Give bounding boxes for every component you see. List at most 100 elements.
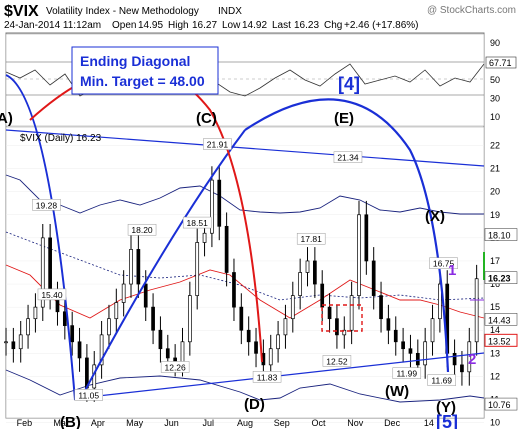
candle-body xyxy=(298,272,303,296)
last-value: 16.23 xyxy=(294,20,319,31)
candle-body xyxy=(107,318,111,336)
x-axis-label: Sep xyxy=(274,418,290,428)
candle-body xyxy=(357,214,361,296)
price-annotation: 21.91 xyxy=(207,140,229,150)
wave-label-5: [5] xyxy=(436,412,458,429)
candle-body xyxy=(129,249,133,285)
candle-body xyxy=(180,341,185,363)
price-tick-label: 17 xyxy=(490,256,500,266)
candle-body xyxy=(276,334,280,350)
open-value: 14.95 xyxy=(138,20,163,31)
right-axis-label: 18.10 xyxy=(488,231,511,241)
candle-body xyxy=(327,306,332,320)
wave-label-w: (W) xyxy=(385,383,409,400)
price-annotation: 17.81 xyxy=(301,234,323,244)
price-tick-label: 20 xyxy=(490,187,500,197)
candle-body xyxy=(202,232,207,243)
price-annotation: 11.05 xyxy=(78,390,99,400)
x-axis-label: Jul xyxy=(202,418,214,428)
price-annotation: 12.52 xyxy=(326,356,348,366)
candle-body xyxy=(283,318,288,336)
annotation-line1: Ending Diagonal xyxy=(80,53,190,69)
wave-label-b: (B) xyxy=(60,414,81,429)
price-annotation: 12.26 xyxy=(164,362,186,372)
date-label: 24-Jan-2014 11:12am xyxy=(4,20,101,31)
candle-body xyxy=(114,302,119,320)
candle-body xyxy=(26,318,30,336)
last-label: Last xyxy=(272,20,291,31)
right-axis-label: 16.23 xyxy=(488,274,511,284)
price-annotation: 19.28 xyxy=(36,200,58,210)
candle-body xyxy=(232,272,236,308)
x-axis-label: Oct xyxy=(312,418,327,428)
index-name: Volatility Index - New Methodology xyxy=(46,6,199,17)
rsi-tick-label: 10 xyxy=(490,112,500,122)
price-annotation: 11.99 xyxy=(396,369,417,379)
wave-label-4: [4] xyxy=(338,74,360,94)
candle-body xyxy=(195,242,200,296)
symbol-title: $VIX xyxy=(4,3,39,20)
wave-label-e: (E) xyxy=(334,110,354,127)
high-value: 16.27 xyxy=(192,20,217,31)
price-legend: $VIX (Daily) 16.23 xyxy=(20,133,102,144)
candle-body xyxy=(224,225,229,273)
candle-body xyxy=(11,341,16,350)
wave-label-2: 2 xyxy=(468,351,476,368)
candle-body xyxy=(246,329,251,343)
price-annotation: 15.40 xyxy=(41,290,63,300)
x-axis-label: May xyxy=(126,418,144,428)
candle-body xyxy=(290,295,295,320)
candle-body xyxy=(4,341,8,344)
candle-body xyxy=(33,306,38,320)
low-value: 14.92 xyxy=(242,20,267,31)
x-axis-label: Nov xyxy=(347,418,364,428)
right-axis-label: 14.43 xyxy=(488,315,511,325)
right-axis-label: 13.52 xyxy=(488,336,511,346)
candle-body xyxy=(401,341,405,350)
annotation-line2: Min. Target = 48.00 xyxy=(80,73,205,89)
candle-body xyxy=(143,283,148,308)
price-tick-label: 10 xyxy=(490,418,500,428)
candle-body xyxy=(18,334,23,350)
rsi-tick-label: 30 xyxy=(490,93,500,103)
price-tick-label: 14 xyxy=(490,325,500,335)
price-annotation: 21.34 xyxy=(337,153,359,163)
candle-body xyxy=(386,318,391,331)
candle-body xyxy=(165,348,170,359)
wave-label-1: 1 xyxy=(448,262,456,279)
candle-body xyxy=(423,341,428,366)
vix-chart: $VIX Volatility Index - New Methodology … xyxy=(0,0,520,429)
candle-body xyxy=(371,260,376,296)
x-axis-label: Apr xyxy=(91,418,105,428)
candle-body xyxy=(305,260,310,273)
candle-body xyxy=(313,260,317,285)
watermark: @ StockCharts.com xyxy=(427,5,516,16)
x-axis-label: Feb xyxy=(17,418,33,428)
rsi-value: 67.71 xyxy=(489,58,512,68)
candle-body xyxy=(408,348,413,354)
high-label: High xyxy=(168,20,189,31)
candle-body xyxy=(62,311,67,326)
candle-body xyxy=(70,325,75,343)
low-label: Low xyxy=(222,20,241,31)
chg-label: Chg xyxy=(324,20,342,31)
price-annotation: 18.20 xyxy=(131,225,153,235)
x-axis-label: Dec xyxy=(384,418,401,428)
price-annotation: 11.83 xyxy=(257,372,278,382)
candle-body xyxy=(187,295,192,343)
price-tick-label: 19 xyxy=(490,210,500,220)
exchange-label: INDX xyxy=(218,6,242,17)
price-tick-label: 21 xyxy=(490,164,500,174)
wave-label-c: (C) xyxy=(196,110,217,127)
rsi-tick-label: 50 xyxy=(490,75,500,85)
wave-label-a: (A) xyxy=(0,110,13,127)
rsi-tick-label: 90 xyxy=(490,38,500,48)
candle-body xyxy=(151,306,155,331)
candle-body xyxy=(393,329,398,343)
candle-body xyxy=(254,341,258,354)
candle-body xyxy=(48,237,52,296)
candle-body xyxy=(158,329,163,350)
candle-body xyxy=(474,278,479,343)
candle-body xyxy=(217,179,222,227)
ending-diagonal-box: Ending Diagonal Min. Target = 48.00 xyxy=(71,46,219,95)
